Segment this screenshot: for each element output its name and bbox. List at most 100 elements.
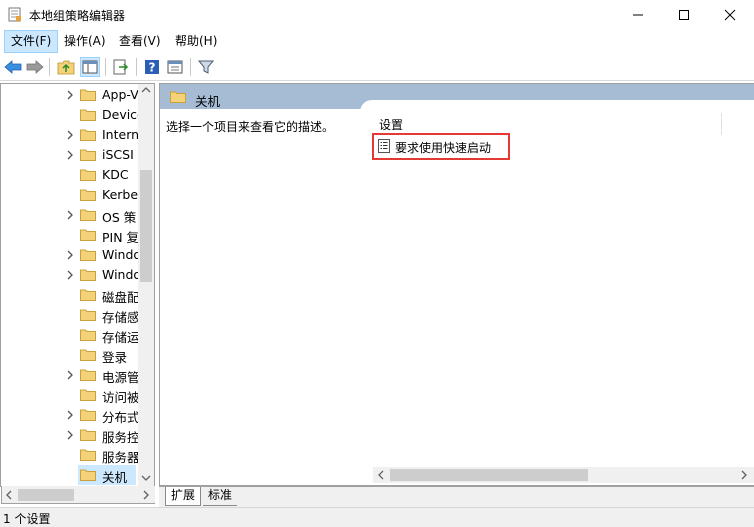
forward-button[interactable]: [25, 57, 45, 77]
expand-arrow-icon[interactable]: [66, 425, 74, 445]
tree-item[interactable]: App-V: [0, 85, 140, 105]
scroll-right-icon[interactable]: [142, 490, 150, 500]
tree-item[interactable]: Intern: [0, 125, 140, 145]
scroll-left-icon[interactable]: [377, 470, 385, 480]
maximize-icon: [679, 10, 689, 20]
filter-icon: [198, 60, 214, 74]
description-text: 选择一个项目来查看它的描述。: [166, 120, 335, 134]
folder-icon: [80, 389, 96, 401]
details-horizontal-scroll-thumb[interactable]: [390, 469, 588, 481]
folder-icon: [80, 289, 96, 301]
tree-item-label: 服务控: [102, 430, 138, 445]
tree-item[interactable]: 服务控: [0, 425, 140, 445]
folder-icon: [80, 349, 96, 361]
tree-vertical-scroll-thumb[interactable]: [140, 170, 152, 282]
folder-icon: [80, 469, 96, 481]
export-list-button[interactable]: [111, 57, 131, 77]
menu-view[interactable]: 查看(V): [113, 30, 167, 53]
status-bar: [0, 507, 754, 527]
tree-item[interactable]: 访问被: [0, 385, 140, 405]
expand-arrow-icon[interactable]: [66, 265, 74, 285]
tree-item[interactable]: 登录: [0, 345, 140, 365]
expand-arrow-icon[interactable]: [66, 205, 74, 225]
folder-icon: [80, 269, 96, 281]
tree-item[interactable]: Kerbe: [0, 185, 140, 205]
tree-item[interactable]: KDC: [0, 165, 140, 185]
tree-item[interactable]: 电源管: [0, 365, 140, 385]
close-icon: [724, 9, 736, 21]
window-title: 本地组策略编辑器: [29, 9, 126, 23]
tree-item[interactable]: Windo: [0, 245, 140, 265]
column-separator[interactable]: [721, 113, 722, 135]
expand-arrow-icon[interactable]: [66, 125, 74, 145]
tree-item[interactable]: 存储感: [0, 305, 140, 325]
tab-standard[interactable]: 标准: [203, 487, 238, 506]
tree-item[interactable]: PIN 复: [0, 225, 140, 245]
folder-icon: [80, 229, 96, 241]
maximize-button[interactable]: [661, 0, 707, 30]
tree-item[interactable]: Device: [0, 105, 140, 125]
folder-icon: [80, 109, 96, 121]
status-text: 1 个设置: [3, 512, 51, 526]
tab-extended[interactable]: 扩展: [165, 487, 202, 506]
menu-file[interactable]: 文件(F): [4, 30, 59, 53]
scroll-up-icon[interactable]: [141, 86, 151, 94]
show-hide-tree-button[interactable]: [80, 57, 100, 77]
policy-setting-icon: [378, 139, 390, 153]
scroll-right-icon[interactable]: [740, 470, 748, 480]
tree-item-label: 存储运: [102, 330, 138, 345]
folder-icon: [80, 149, 96, 161]
folder-up-icon: [57, 60, 75, 75]
folder-icon: [80, 169, 96, 181]
help-icon: ?: [145, 60, 159, 75]
details-folder-title: 关机: [195, 94, 221, 109]
tree-item-label: Intern: [102, 127, 138, 142]
expand-arrow-icon[interactable]: [66, 365, 74, 385]
toolbar-separator: [136, 58, 137, 76]
expand-arrow-icon[interactable]: [66, 245, 74, 265]
tree-item[interactable]: 关机: [0, 465, 140, 485]
menu-action[interactable]: 操作(A): [58, 30, 112, 53]
tree-item-label: 服务器: [102, 450, 138, 465]
folder-icon: [80, 309, 96, 321]
tree-item-label: 访问被: [102, 390, 138, 405]
tree-vertical-scrollbar[interactable]: [138, 84, 154, 487]
close-button[interactable]: [707, 0, 753, 30]
tree-horizontal-scroll-thumb[interactable]: [18, 489, 74, 501]
scroll-left-icon[interactable]: [5, 490, 13, 500]
folder-icon: [80, 409, 96, 421]
tree-item-label: 登录: [102, 350, 128, 365]
toolbar-separator: [105, 58, 106, 76]
help-button[interactable]: ?: [142, 57, 162, 77]
expand-arrow-icon[interactable]: [66, 85, 74, 105]
up-level-button[interactable]: [56, 57, 76, 77]
tree-item[interactable]: iSCSI: [0, 145, 140, 165]
folder-icon: [80, 369, 96, 381]
back-button[interactable]: [3, 57, 23, 77]
tree-item-label: 分布式: [102, 410, 138, 425]
minimize-button[interactable]: [615, 0, 661, 30]
tree-item[interactable]: 磁盘配: [0, 285, 140, 305]
tree-item[interactable]: 分布式: [0, 405, 140, 425]
tree-item-label: App-V: [102, 87, 138, 102]
tree-item-label: Kerbe: [102, 187, 138, 202]
scroll-down-icon[interactable]: [141, 474, 151, 482]
forward-arrow-icon: [26, 60, 44, 74]
details-header-curve: [360, 100, 754, 112]
show-hide-tree-icon: [82, 60, 98, 74]
tree-item[interactable]: OS 策: [0, 205, 140, 225]
folder-icon: [80, 429, 96, 441]
toolbar-separator: [49, 58, 50, 76]
tree-item[interactable]: 服务器: [0, 445, 140, 465]
expand-arrow-icon[interactable]: [66, 145, 74, 165]
filter-button[interactable]: [196, 57, 216, 77]
tree-item[interactable]: Windo: [0, 265, 140, 285]
expand-arrow-icon[interactable]: [66, 405, 74, 425]
column-header-setting[interactable]: 设置: [379, 116, 403, 133]
tree-item-label: OS 策: [102, 210, 137, 225]
menu-help[interactable]: 帮助(H): [169, 30, 223, 53]
properties-button[interactable]: [165, 57, 185, 77]
tree-item[interactable]: 存储运: [0, 325, 140, 345]
properties-icon: [167, 60, 183, 74]
setting-label[interactable]: 要求使用快速启动: [395, 139, 491, 156]
